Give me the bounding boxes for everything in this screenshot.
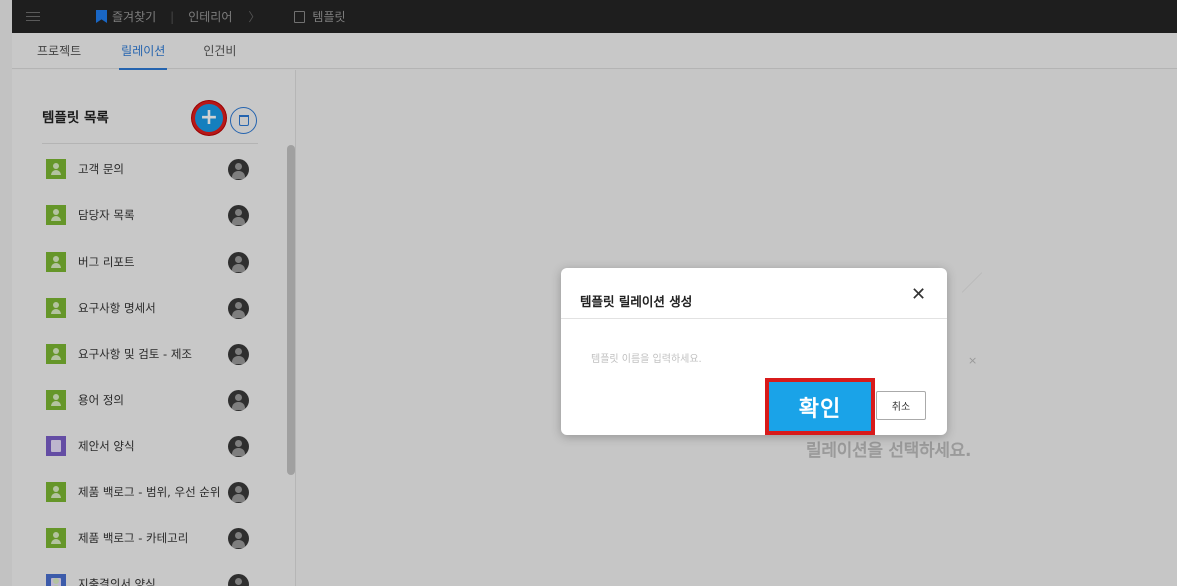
avatar [228, 389, 249, 411]
list-item-label: 담당자 목록 [78, 208, 135, 222]
avatar [228, 204, 249, 226]
person-icon [46, 390, 66, 410]
avatar [228, 527, 249, 549]
delete-template-button[interactable] [230, 107, 257, 134]
avatar [228, 573, 249, 586]
template-sidebar: 템플릿 목록 + 고객 문의 담당자 목록 버그 리포트 요구사항 명세서 요구… [12, 70, 296, 586]
template-list-title: 템플릿 목록 [42, 110, 109, 126]
list-item-label: 버그 리포트 [78, 255, 135, 269]
sidebar-scrollbar[interactable] [287, 145, 295, 475]
tab-bar: 프로젝트 릴레이션 인건비 [12, 33, 1177, 70]
list-item[interactable]: 제안서 양식 [12, 423, 282, 469]
list-item-label: 제품 백로그 - 범위, 우선 순위 [78, 485, 221, 499]
avatar [228, 158, 249, 180]
list-item-label: 요구사항 및 검토 - 제조 [78, 347, 192, 361]
list-item[interactable]: 요구사항 명세서 [12, 285, 282, 331]
list-item[interactable]: 제품 백로그 - 카테고리 [12, 515, 282, 561]
breadcrumb-interior[interactable]: 인테리어 [188, 8, 232, 25]
list-item-label: 제안서 양식 [78, 439, 135, 453]
breadcrumb-current: 템플릿 [312, 10, 346, 24]
bookmark-icon[interactable] [96, 10, 107, 23]
avatar [228, 481, 249, 503]
list-item[interactable]: 버그 리포트 [12, 239, 282, 285]
person-icon [46, 528, 66, 548]
select-relation-hint: 릴레이션을 선택하세요. [806, 441, 972, 461]
avatar [228, 435, 249, 457]
trash-icon [238, 115, 249, 126]
person-icon [46, 252, 66, 272]
person-icon [46, 344, 66, 364]
person-icon [46, 205, 66, 225]
tab-project[interactable]: 프로젝트 [37, 33, 81, 69]
person-icon [46, 159, 66, 179]
list-item-label: 지출결의서 양식 [78, 577, 156, 586]
close-icon: × [968, 354, 978, 367]
cancel-button[interactable]: 취소 [876, 391, 926, 420]
divider [561, 318, 947, 319]
plus-icon: + [199, 105, 219, 130]
list-item-label: 제품 백로그 - 카테고리 [78, 531, 189, 545]
list-item[interactable]: 요구사항 및 검토 - 제조 [12, 331, 282, 377]
close-icon[interactable]: ✕ [911, 286, 926, 304]
list-item-label: 요구사항 명세서 [78, 301, 156, 315]
dialog-title: 템플릿 릴레이션 생성 [580, 294, 693, 309]
chevron-right-icon: 〉 [248, 10, 261, 24]
favorites-link[interactable]: 즐겨찾기 [112, 8, 156, 25]
window-edge [0, 0, 12, 586]
top-bar: 즐겨찾기 | 인테리어 〉 템플릿 [12, 0, 1177, 33]
list-item-label: 용어 정의 [78, 393, 124, 407]
document-icon [294, 10, 306, 23]
list-item[interactable]: 용어 정의 [12, 377, 282, 423]
list-item[interactable]: 담당자 목록 [12, 192, 282, 238]
add-template-button[interactable]: + [192, 101, 226, 135]
tab-relation[interactable]: 릴레이션 [119, 33, 168, 70]
list-item[interactable]: 고객 문의 [12, 146, 282, 192]
person-icon [46, 298, 66, 318]
avatar [228, 251, 249, 273]
person-icon [46, 482, 66, 502]
clipboard-icon [46, 574, 66, 586]
list-item[interactable]: 지출결의서 양식 [12, 561, 282, 586]
create-relation-dialog: 템플릿 릴레이션 생성 ✕ 확인 취소 [561, 268, 947, 435]
list-item-label: 고객 문의 [78, 162, 124, 176]
avatar [228, 343, 249, 365]
template-name-input[interactable] [591, 348, 921, 370]
confirm-button[interactable]: 확인 [765, 378, 875, 435]
avatar [228, 297, 249, 319]
tab-labor-cost[interactable]: 인건비 [203, 33, 236, 69]
list-item[interactable]: 제품 백로그 - 범위, 우선 순위 [12, 469, 282, 515]
clipboard-icon [46, 436, 66, 456]
divider [42, 143, 258, 144]
menu-icon[interactable] [26, 11, 40, 22]
breadcrumb-separator: | [170, 9, 175, 24]
